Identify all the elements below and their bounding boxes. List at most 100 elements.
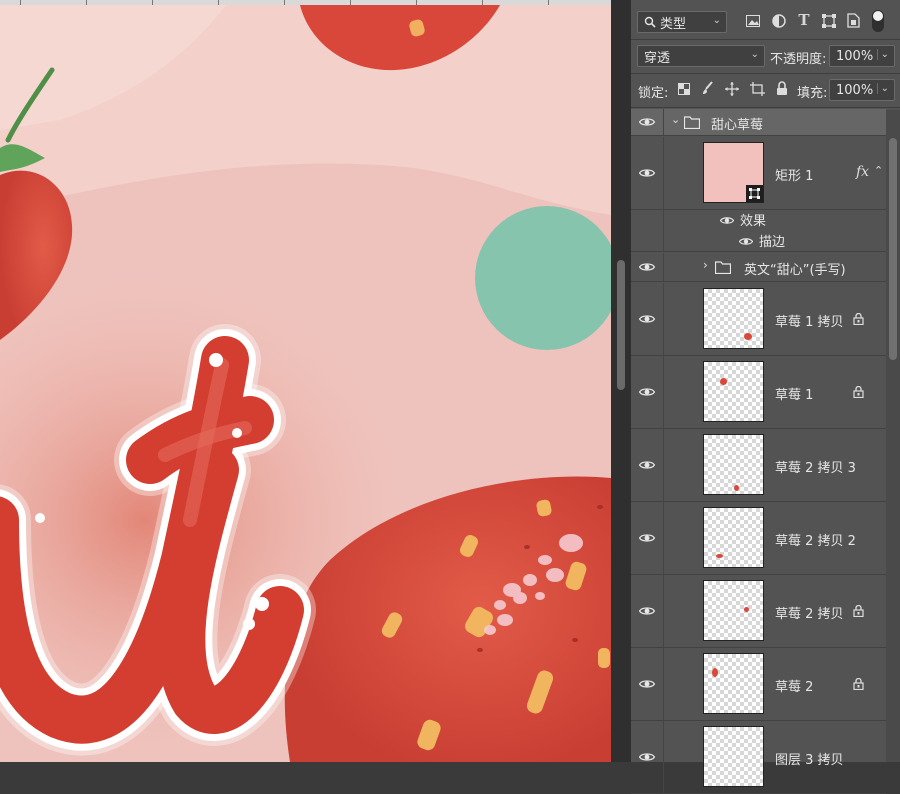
layer-row-rect[interactable]: 矩形 1 fx ⌃	[631, 137, 886, 210]
effects-label[interactable]: 效果	[740, 210, 766, 229]
layer-row[interactable]: 草莓 2 拷贝 3	[631, 429, 886, 502]
layer-thumbnail	[703, 142, 764, 203]
layer-name: 草莓 1	[775, 388, 814, 403]
layer-thumbnail	[703, 507, 764, 568]
fill-label: 填充:	[797, 86, 828, 101]
layer-name: 图层 3 拷贝	[775, 753, 844, 768]
strawberry-preview	[716, 554, 723, 558]
lock-icon	[853, 385, 864, 402]
layer-row[interactable]: 草莓 1	[631, 356, 886, 429]
layer-group-row[interactable]: ⌄ 甜心草莓	[631, 109, 886, 136]
layer-row[interactable]: 草莓 2 拷贝	[631, 575, 886, 648]
visibility-eye-icon[interactable]	[631, 283, 664, 355]
layer-group-name: 甜心草莓	[711, 118, 764, 133]
effects-eye-icon[interactable]	[720, 216, 734, 225]
smart-object-filter-icon[interactable]	[845, 12, 861, 28]
layer-row[interactable]: 草莓 2	[631, 648, 886, 721]
visibility-eye-icon[interactable]	[631, 502, 664, 574]
chevron-down-icon[interactable]: ⌄	[671, 113, 680, 126]
opacity-label: 不透明度:	[770, 52, 827, 67]
layer-thumbnail	[703, 653, 764, 714]
opacity-input[interactable]: 100% ⌄	[829, 45, 895, 67]
blend-mode-select[interactable]: 穿透 ⌄	[637, 45, 765, 67]
canvas-scrollbar[interactable]	[611, 0, 631, 762]
layer-filter-row: 类型 ⌄ T	[631, 7, 900, 37]
blend-row: 穿透 ⌄ 不透明度: 100% ⌄	[631, 41, 900, 71]
filter-toggle-switch[interactable]	[872, 10, 884, 32]
lock-image-pixels-icon[interactable]	[701, 81, 715, 95]
chevron-down-icon: ⌄	[750, 49, 759, 60]
layer-subgroup-row[interactable]: › 英文“甜心”(手写)	[631, 253, 886, 282]
filter-kind-select[interactable]: 类型 ⌄	[637, 11, 727, 33]
effects-rows: 效果 描边	[631, 210, 886, 252]
chevron-right-icon[interactable]: ›	[703, 258, 708, 272]
lock-icon	[853, 604, 864, 621]
panel-divider	[631, 39, 900, 40]
chevron-down-icon[interactable]: ⌄	[876, 83, 889, 94]
visibility-eye-icon[interactable]	[631, 137, 664, 209]
shape-filter-icon[interactable]	[821, 13, 837, 29]
lock-icon	[853, 312, 864, 329]
chevron-up-icon[interactable]: ⌃	[874, 164, 883, 177]
layer-row[interactable]: 草莓 2 拷贝 2	[631, 502, 886, 575]
strawberry-preview	[712, 668, 718, 677]
folder-icon	[684, 116, 700, 129]
layer-name: 草莓 2 拷贝 2	[775, 534, 856, 549]
visibility-eye-icon[interactable]	[631, 356, 664, 428]
layer-thumbnail	[703, 361, 764, 422]
document-canvas[interactable]	[0, 0, 611, 762]
layer-name: 矩形 1	[775, 169, 814, 184]
strawberry-preview	[734, 485, 739, 491]
opacity-value: 100%	[836, 48, 874, 64]
strawberry-preview	[744, 607, 749, 612]
layer-subgroup-name: 英文“甜心”(手写)	[744, 263, 846, 278]
visibility-eye-icon[interactable]	[631, 109, 664, 135]
visibility-eye-icon[interactable]	[631, 721, 664, 793]
type-filter-icon[interactable]: T	[796, 11, 812, 29]
panel-divider	[631, 107, 900, 108]
layer-row[interactable]: 草莓 1 拷贝	[631, 283, 886, 356]
stroke-eye-icon[interactable]	[739, 237, 753, 246]
lock-position-icon[interactable]	[724, 81, 740, 97]
vector-mask-icon	[746, 185, 763, 202]
search-icon	[644, 16, 656, 28]
visibility-eye-icon[interactable]	[631, 429, 664, 501]
folder-icon	[715, 261, 731, 274]
artwork	[0, 5, 611, 762]
lock-row: 锁定: 填充: 100% ⌄	[631, 75, 900, 105]
layers-scroll-thumb[interactable]	[889, 138, 897, 360]
strawberry-preview	[720, 378, 727, 385]
panel-divider	[631, 73, 900, 74]
filter-kind-label: 类型	[660, 16, 687, 32]
visibility-eye-icon[interactable]	[631, 253, 664, 281]
layer-thumbnail	[703, 434, 764, 495]
lock-artboard-icon[interactable]	[749, 81, 765, 97]
visibility-eye-icon[interactable]	[631, 648, 664, 720]
fx-icon[interactable]: fx	[856, 164, 869, 180]
chevron-down-icon: ⌄	[712, 15, 721, 26]
stroke-label[interactable]: 描边	[759, 231, 785, 250]
fill-input[interactable]: 100% ⌄	[829, 79, 895, 101]
layer-name: 草莓 2 拷贝	[775, 607, 844, 622]
layer-name: 草莓 2	[775, 680, 814, 695]
layer-row[interactable]: 图层 3 拷贝	[631, 721, 886, 794]
lock-icon	[853, 677, 864, 694]
layer-name: 草莓 2 拷贝 3	[775, 461, 856, 476]
canvas-scroll-thumb[interactable]	[617, 260, 625, 390]
lock-transparent-pixels-icon[interactable]	[677, 82, 691, 96]
layer-thumbnail	[703, 726, 764, 787]
lock-all-icon[interactable]	[775, 80, 789, 96]
chevron-down-icon[interactable]: ⌄	[876, 49, 889, 60]
layer-thumbnail	[703, 288, 764, 349]
fill-value: 100%	[836, 82, 874, 98]
adjustment-filter-icon[interactable]	[771, 13, 787, 29]
layer-thumbnail	[703, 580, 764, 641]
layer-name: 草莓 1 拷贝	[775, 315, 844, 330]
visibility-eye-icon[interactable]	[631, 575, 664, 647]
blend-mode-value: 穿透	[644, 50, 671, 66]
layers-panel: 类型 ⌄ T 穿透 ⌄ 不透明度: 100% ⌄ 锁定: 填充: 100% ⌄ …	[631, 0, 900, 794]
layers-scrollbar[interactable]	[886, 110, 900, 762]
image-filter-icon[interactable]	[745, 13, 761, 29]
eye-cell	[631, 210, 664, 251]
strawberry-preview	[744, 333, 752, 340]
